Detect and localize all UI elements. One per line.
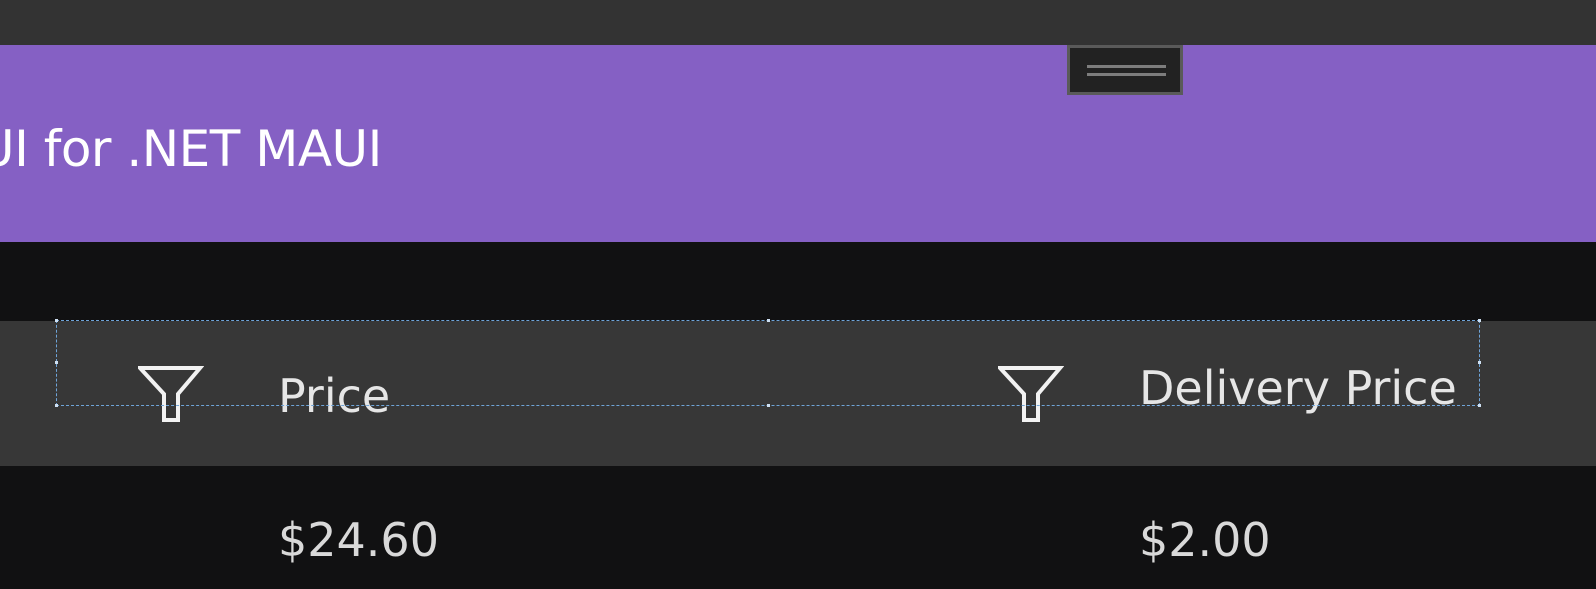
price-filter-icon[interactable]: [135, 366, 205, 422]
table-row[interactable]: $24.60 $2.00: [0, 466, 1596, 589]
content-spacer: [0, 242, 1596, 321]
column-header-delivery-price[interactable]: Delivery Price: [1139, 362, 1457, 414]
cell-delivery-price: $2.00: [1139, 513, 1271, 567]
app-window: UI for .NET MAUI Price Delivery Price $2…: [0, 0, 1596, 589]
drag-handle-line: [1087, 65, 1166, 68]
drag-handle-line: [1087, 73, 1166, 76]
cell-price: $24.60: [278, 513, 439, 567]
app-header: UI for .NET MAUI: [0, 45, 1596, 242]
app-title: UI for .NET MAUI: [0, 120, 382, 178]
window-top-strip: [0, 0, 1596, 45]
delivery-price-filter-icon[interactable]: [995, 366, 1065, 422]
column-header-price[interactable]: Price: [278, 370, 390, 422]
drag-handle-icon[interactable]: [1067, 45, 1183, 95]
